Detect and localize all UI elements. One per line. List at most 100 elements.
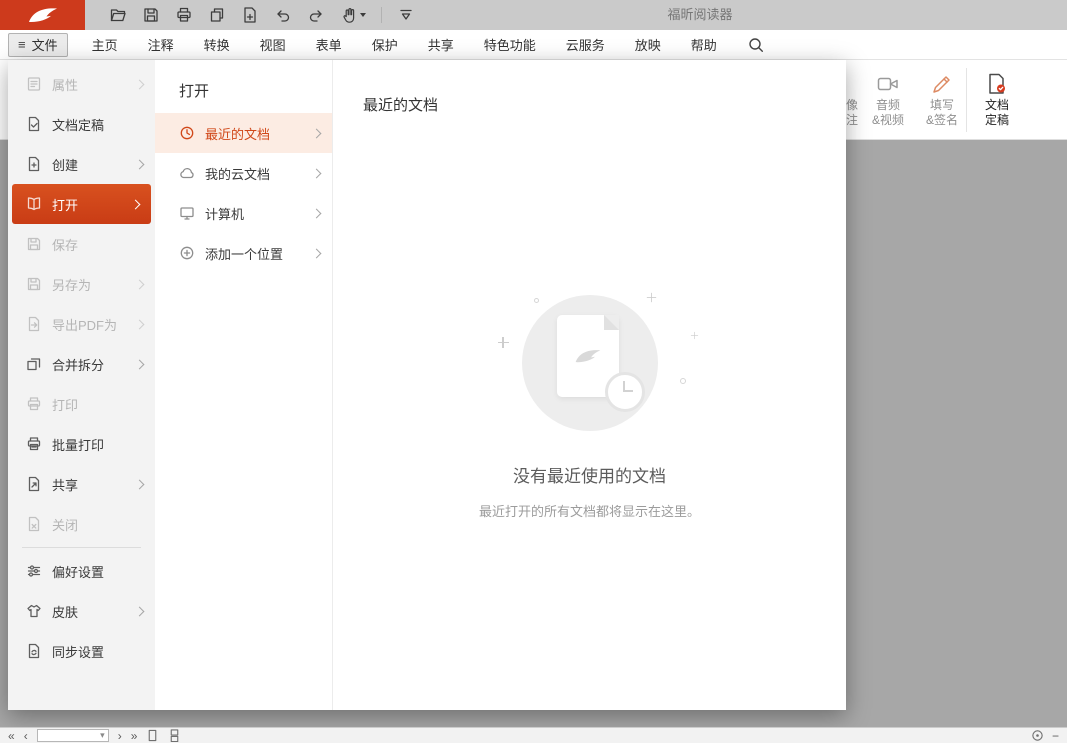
sidebar-item-properties[interactable]: 属性 [8,64,155,104]
zoom-out-icon[interactable]: − [1052,729,1059,743]
sidebar-item-create[interactable]: 创建 [8,144,155,184]
sidebar-item-label: 打印 [52,395,143,414]
chevron-right-icon [312,208,322,218]
sidebar-item-sync-settings[interactable]: 同步设置 [8,631,155,671]
folded-corner [604,315,619,330]
chevron-right-icon [135,319,145,329]
tab-comment[interactable]: 注释 [148,35,174,54]
title-bar: 福昕阅读器 [0,0,1067,30]
open-item-label: 添加一个位置 [205,244,309,263]
undo-icon[interactable] [274,6,292,24]
chevron-right-icon [135,479,145,489]
open-book-icon [26,196,42,212]
save-icon[interactable] [142,6,160,24]
ribbon-button-fill-sign[interactable]: 填写 &签名 [916,70,968,128]
tab-view[interactable]: 视图 [260,35,286,54]
clock-illustration-icon [605,372,645,412]
foxit-logo [0,0,85,30]
sidebar-item-preferences[interactable]: 偏好设置 [8,551,155,591]
ribbon-button-finalize[interactable]: 文档 定稿 [972,70,1022,128]
tab-protect[interactable]: 保护 [372,35,398,54]
open-item-label: 最近的文档 [205,124,309,143]
toolbar-separator [381,7,382,23]
print-icon [26,396,42,412]
save-as-icon [26,276,42,292]
sidebar-item-batch-print[interactable]: 批量打印 [8,424,155,464]
sidebar-item-combine-split[interactable]: 合并拆分 [8,344,155,384]
export-pdf-icon [26,316,42,332]
chevron-right-icon [131,199,141,209]
open-item-cloud-documents[interactable]: 我的云文档 [155,153,332,193]
menu-items: 主页 注释 转换 视图 表单 保护 共享 特色功能 云服务 放映 帮助 [92,35,717,54]
ribbon-label: 定稿 [972,113,1022,128]
close-document-icon [26,516,42,532]
open-item-computer[interactable]: 计算机 [155,193,332,233]
continuous-page-view-icon[interactable] [168,729,181,742]
sidebar-item-label: 保存 [52,235,143,254]
document-finalize-icon [26,116,42,132]
open-item-label: 计算机 [205,204,309,223]
sidebar-item-finalize[interactable]: 文档定稿 [8,104,155,144]
chevron-right-icon [312,168,322,178]
copy-icon[interactable] [208,6,226,24]
sidebar-item-label: 另存为 [52,275,132,294]
sidebar-item-share[interactable]: 共享 [8,464,155,504]
open-item-recent-documents[interactable]: 最近的文档 [155,113,332,153]
new-document-icon[interactable] [241,6,259,24]
marquee-zoom-icon[interactable] [1031,729,1044,742]
sidebar-item-print[interactable]: 打印 [8,384,155,424]
single-page-view-icon[interactable] [146,729,159,742]
file-menu-label: 文件 [32,35,58,54]
chevron-right-icon [135,159,145,169]
decorative-dot [534,298,539,303]
last-page-icon[interactable]: » [131,729,138,743]
sidebar-separator [22,547,141,548]
sidebar-item-label: 导出PDF为 [52,315,132,334]
tab-help[interactable]: 帮助 [691,35,717,54]
ribbon-button-audio-video[interactable]: 音频 &视频 [862,70,914,128]
sidebar-item-close[interactable]: 关闭 [8,504,155,544]
tab-convert[interactable]: 转换 [204,35,230,54]
sidebar-item-save[interactable]: 保存 [8,224,155,264]
tab-cloud[interactable]: 云服务 [566,35,605,54]
chevron-right-icon [312,248,322,258]
open-folder-icon[interactable] [109,6,127,24]
tab-share[interactable]: 共享 [428,35,454,54]
hand-tool-button[interactable] [340,6,366,24]
customize-toolbar-icon[interactable] [397,6,415,24]
zoom-controls: − [1031,729,1059,743]
app-title: 福昕阅读器 [630,0,770,30]
open-panel-title: 打开 [155,72,332,113]
sidebar-item-save-as[interactable]: 另存为 [8,264,155,304]
page-box-dropdown-icon[interactable]: ▾ [100,730,105,741]
page-number-input[interactable]: ▾ [37,729,109,742]
pencil-icon [916,70,968,98]
decorative-dot [680,378,686,384]
tab-present[interactable]: 放映 [635,35,661,54]
open-item-label: 我的云文档 [205,164,309,183]
recent-panel-title: 最近的文档 [363,94,438,115]
file-menu-panel: 属性 文档定稿 创建 打开 保存 另 [8,60,846,710]
redo-icon[interactable] [307,6,325,24]
open-item-add-place[interactable]: 添加一个位置 [155,233,332,273]
print-icon[interactable] [175,6,193,24]
tab-features[interactable]: 特色功能 [484,35,536,54]
batch-print-icon [26,436,42,452]
empty-state-title: 没有最近使用的文档 [333,462,846,487]
next-page-icon[interactable]: › [118,729,122,743]
search-icon[interactable] [747,36,765,54]
tab-form[interactable]: 表单 [316,35,342,54]
chevron-right-icon [135,79,145,89]
hand-tool-icon [340,6,358,24]
menu-bar: ≡ 文件 主页 注释 转换 视图 表单 保护 共享 特色功能 云服务 放映 帮助 [0,30,1067,60]
cloud-icon [179,165,195,181]
tab-home[interactable]: 主页 [92,35,118,54]
sidebar-item-label: 关闭 [52,515,143,534]
previous-page-icon[interactable]: ‹ [24,729,28,743]
first-page-icon[interactable]: « [8,729,15,743]
chevron-right-icon [135,606,145,616]
file-menu-button[interactable]: ≡ 文件 [8,33,68,57]
sidebar-item-export-pdf[interactable]: 导出PDF为 [8,304,155,344]
sidebar-item-skin[interactable]: 皮肤 [8,591,155,631]
sidebar-item-open[interactable]: 打开 [12,184,151,224]
